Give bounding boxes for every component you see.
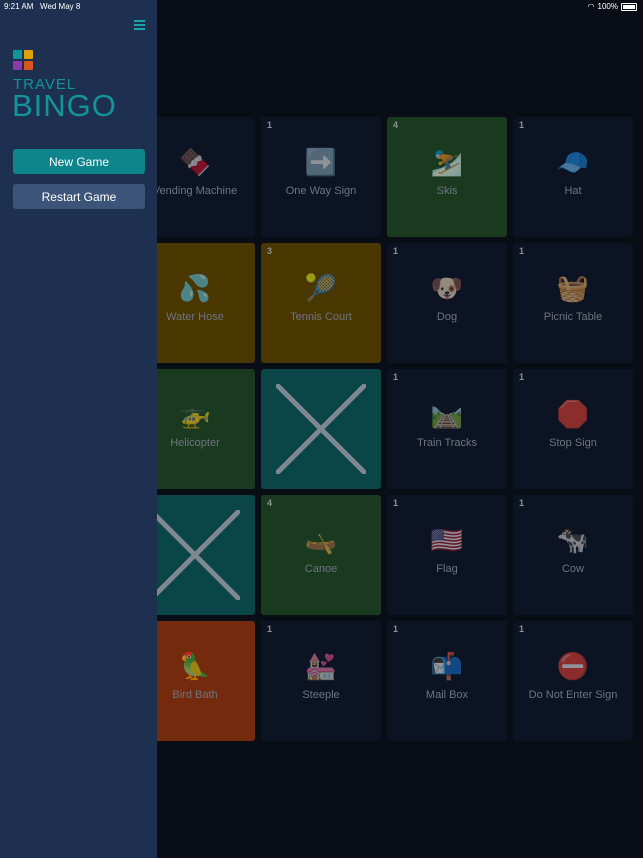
tile-icon: 🇺🇸 bbox=[430, 525, 464, 555]
tile-count: 3 bbox=[267, 246, 273, 256]
tile-icon: 🐄 bbox=[556, 525, 590, 555]
tile-icon: 💒 bbox=[304, 651, 338, 681]
tile-count: 1 bbox=[519, 498, 525, 508]
bingo-tile[interactable]: 1 🇺🇸 Flag bbox=[387, 495, 507, 615]
tile-label: Cow bbox=[561, 563, 584, 575]
tile-icon: 🛶 bbox=[304, 525, 338, 555]
tile-label: Hat bbox=[564, 185, 582, 197]
restart-game-button[interactable]: Restart Game bbox=[13, 184, 145, 209]
tile-label: Mail Box bbox=[425, 689, 469, 701]
tile-label: Dog bbox=[436, 311, 458, 323]
tile-icon: 📬 bbox=[430, 651, 464, 681]
tile-count: 1 bbox=[267, 624, 273, 634]
tile-count: 1 bbox=[393, 246, 399, 256]
bingo-tile[interactable]: 1 🐄 Cow bbox=[513, 495, 633, 615]
tile-icon: ➡️ bbox=[304, 147, 338, 177]
bingo-tile[interactable]: 1 🛑 Stop Sign bbox=[513, 369, 633, 489]
bingo-tile[interactable]: 1 🧺 Picnic Table bbox=[513, 243, 633, 363]
tile-label: Stop Sign bbox=[549, 437, 597, 449]
tile-count: 1 bbox=[519, 120, 525, 130]
tile-label: Do Not Enter Sign bbox=[528, 689, 618, 701]
tile-count: 1 bbox=[393, 372, 399, 382]
bingo-tile[interactable]: 1 ➡️ One Way Sign bbox=[261, 117, 381, 237]
hamburger-menu-icon[interactable] bbox=[134, 20, 145, 32]
wifi-icon: ◠ bbox=[587, 2, 595, 11]
tile-label: Train Tracks bbox=[416, 437, 478, 449]
bingo-tile[interactable] bbox=[261, 369, 381, 489]
tile-count: 1 bbox=[393, 498, 399, 508]
new-game-button[interactable]: New Game bbox=[13, 149, 145, 174]
sidebar: TRAVEL BINGO New Game Restart Game bbox=[0, 0, 157, 858]
bingo-tile[interactable]: 1 ⛔ Do Not Enter Sign bbox=[513, 621, 633, 741]
bingo-tile[interactable]: 3 🎾 Tennis Court bbox=[261, 243, 381, 363]
bingo-tile[interactable]: 4 ⛷️ Skis bbox=[387, 117, 507, 237]
bingo-tile[interactable]: 1 🧢 Hat bbox=[513, 117, 633, 237]
tile-icon: 🐶 bbox=[430, 273, 464, 303]
tile-icon: 🛑 bbox=[556, 399, 590, 429]
bingo-tile[interactable]: 1 📬 Mail Box bbox=[387, 621, 507, 741]
battery-icon bbox=[621, 2, 637, 11]
x-mark-icon bbox=[276, 384, 366, 474]
status-right: ◠ 100% bbox=[588, 2, 637, 11]
tile-icon: 🧺 bbox=[556, 273, 590, 303]
tile-count: 4 bbox=[267, 498, 273, 508]
tile-label: Skis bbox=[436, 185, 458, 197]
tile-count: 4 bbox=[393, 120, 399, 130]
tile-icon: ⛔ bbox=[556, 651, 590, 681]
tile-count: 1 bbox=[267, 120, 273, 130]
bingo-tile[interactable]: 1 🐶 Dog bbox=[387, 243, 507, 363]
logo-icon bbox=[13, 50, 33, 70]
tile-count: 1 bbox=[393, 624, 399, 634]
battery-percent: 100% bbox=[597, 2, 618, 11]
bingo-board: 🍫 Vending Machine 1 ➡️ One Way Sign 4 ⛷️ Skis 1 🧢… bbox=[135, 117, 633, 741]
bingo-tile[interactable]: 1 💒 Steeple bbox=[261, 621, 381, 741]
bingo-tile[interactable]: 4 🛶 Canoe bbox=[261, 495, 381, 615]
tile-label: Flag bbox=[436, 563, 458, 575]
bingo-tile[interactable]: 1 🛤️ Train Tracks bbox=[387, 369, 507, 489]
tile-count: 1 bbox=[519, 246, 525, 256]
status-bar: 9:21 AM Wed May 8 ◠ 100% bbox=[0, 0, 643, 14]
tile-label: Canoe bbox=[304, 563, 338, 575]
tile-label: Tennis Court bbox=[290, 311, 352, 323]
status-time: 9:21 AM Wed May 8 bbox=[4, 2, 81, 11]
tile-icon: 🧢 bbox=[556, 147, 590, 177]
tile-icon: 🛤️ bbox=[430, 399, 464, 429]
tile-label: Picnic Table bbox=[543, 311, 603, 323]
tile-icon: ⛷️ bbox=[430, 147, 464, 177]
tile-icon: 🎾 bbox=[304, 273, 338, 303]
x-mark-icon bbox=[150, 510, 240, 600]
logo-bingo: BINGO bbox=[12, 88, 117, 123]
tile-count: 1 bbox=[519, 624, 525, 634]
tile-label: One Way Sign bbox=[285, 185, 357, 197]
tile-count: 1 bbox=[519, 372, 525, 382]
tile-label: Steeple bbox=[302, 689, 340, 701]
